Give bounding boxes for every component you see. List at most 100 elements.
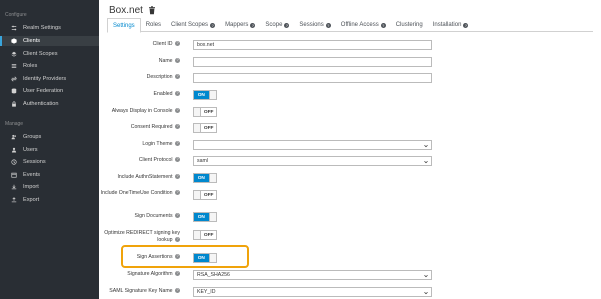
sidebar-item-groups[interactable]: Groups	[0, 132, 99, 142]
consent-required-toggle[interactable]: OFF	[193, 123, 217, 133]
sidebar-section-configure: Configure	[5, 12, 27, 18]
always-display-toggle[interactable]: OFF	[193, 107, 217, 117]
help-icon: ?	[175, 58, 180, 64]
tab-label: Client Scopes	[171, 22, 209, 28]
sidebar-item-label: Identity Providers	[23, 76, 67, 82]
chevron-down-icon	[424, 144, 428, 148]
calendar-icon	[10, 171, 18, 179]
help-icon: ?	[284, 22, 290, 28]
sliders-icon	[10, 24, 18, 32]
tab-label: Clustering	[395, 22, 423, 28]
tab-offline-access[interactable]: Offline Access?	[336, 18, 391, 32]
optimize-redirect-toggle[interactable]: OFF	[193, 230, 217, 240]
list-icon	[10, 62, 18, 70]
help-icon: ?	[175, 174, 180, 180]
toggle-knob	[208, 91, 216, 99]
chevron-down-icon	[424, 291, 428, 295]
field-label: Always Display in Console ?	[111, 108, 180, 114]
select-value: saml	[197, 158, 208, 164]
users-icon	[10, 133, 18, 141]
login-theme-select[interactable]	[193, 140, 432, 150]
toggle-knob	[208, 174, 216, 182]
signature-algorithm-select[interactable]: RSA_SHA256	[193, 270, 432, 280]
field-label: Include AuthnStatement ?	[117, 174, 180, 180]
help-icon: ?	[175, 74, 180, 80]
sidebar-item-label: Users	[23, 147, 38, 153]
sidebar-item-label: Roles	[23, 63, 38, 69]
tab-label: Settings	[113, 22, 135, 29]
sidebar-item-identity-providers[interactable]: Identity Providers	[0, 74, 99, 84]
export-icon	[10, 196, 18, 204]
help-icon: ?	[175, 190, 180, 196]
chevron-down-icon	[424, 160, 428, 164]
tab-mappers[interactable]: Mappers?	[220, 18, 260, 32]
sign-assertions-toggle[interactable]: ON	[193, 253, 217, 263]
help-icon: ?	[175, 124, 180, 130]
tab-label: Mappers	[225, 22, 249, 28]
client-protocol-select[interactable]: saml	[193, 156, 432, 166]
help-icon: ?	[210, 22, 216, 28]
help-icon: ?	[175, 271, 180, 277]
tab-client-scopes[interactable]: Client Scopes?	[166, 18, 220, 32]
tab-label: Installation	[432, 22, 462, 28]
tab-label: Sessions	[299, 22, 324, 28]
field-label: Enabled ?	[153, 91, 180, 97]
sidebar-item-sessions[interactable]: Sessions	[0, 157, 99, 167]
sidebar-item-label: Realm Settings	[23, 25, 61, 31]
title-row: Box.net	[109, 3, 156, 17]
sidebar-item-import[interactable]: Import	[0, 182, 99, 192]
sidebar-item-clients[interactable]: Clients	[0, 36, 99, 46]
toggle-knob	[194, 124, 202, 132]
tab-installation[interactable]: Installation?	[428, 18, 474, 32]
field-label: Optimize REDIRECT signing key lookup ?	[104, 230, 180, 243]
trash-icon[interactable]	[148, 5, 156, 15]
help-icon: ?	[175, 41, 180, 47]
sidebar-item-label: User Federation	[23, 88, 64, 94]
tab-roles[interactable]: Roles	[141, 18, 166, 32]
help-icon: ?	[175, 141, 180, 147]
toggle-knob	[194, 108, 202, 116]
help-icon: ?	[175, 213, 180, 219]
toggle-label: ON	[194, 213, 209, 221]
sidebar-item-authentication[interactable]: Authentication	[0, 99, 99, 109]
sidebar-item-roles[interactable]: Roles	[0, 61, 99, 71]
database-icon	[10, 87, 18, 95]
sidebar: Configure Realm Settings Clients Client …	[0, 0, 99, 299]
saml-sig-key-name-select[interactable]: KEY_ID	[193, 287, 432, 297]
field-label: Sign Documents ?	[134, 213, 180, 219]
sidebar-item-label: Sessions	[23, 159, 46, 165]
import-icon	[10, 183, 18, 191]
sidebar-item-events[interactable]: Events	[0, 170, 99, 180]
tab-settings[interactable]: Settings	[107, 18, 141, 33]
description-field[interactable]	[193, 73, 432, 83]
field-label: Signature Algorithm ?	[127, 271, 180, 277]
include-authn-toggle[interactable]: ON	[193, 173, 217, 183]
field-label: Sign Assertions ?	[136, 254, 180, 260]
sign-documents-toggle[interactable]: ON	[193, 212, 217, 222]
help-icon: ?	[175, 254, 180, 260]
sidebar-item-users[interactable]: Users	[0, 145, 99, 155]
field-label: Include OneTimeUse Condition ?	[100, 190, 180, 196]
sidebar-item-label: Import	[23, 184, 39, 190]
sidebar-item-user-federation[interactable]: User Federation	[0, 86, 99, 96]
toggle-label: ON	[194, 254, 209, 262]
sidebar-item-label: Events	[23, 172, 41, 178]
help-icon: ?	[250, 22, 256, 28]
sidebar-item-export[interactable]: Export	[0, 195, 99, 205]
field-label: Client Protocol ?	[138, 157, 180, 163]
enabled-toggle[interactable]: ON	[193, 90, 217, 100]
include-onetimeuse-toggle[interactable]: OFF	[193, 190, 217, 200]
help-icon: ?	[175, 108, 180, 114]
tab-scope[interactable]: Scope?	[260, 18, 294, 32]
name-field[interactable]	[193, 57, 432, 67]
tab-clustering[interactable]: Clustering	[391, 18, 428, 32]
client-id-field[interactable]: box.net	[193, 40, 432, 50]
toggle-knob	[208, 254, 216, 262]
tab-sessions[interactable]: Sessions?	[294, 18, 335, 32]
sidebar-item-realm-settings[interactable]: Realm Settings	[0, 23, 99, 33]
help-icon: ?	[380, 22, 386, 28]
sidebar-item-client-scopes[interactable]: Client Scopes	[0, 49, 99, 59]
toggle-knob	[194, 191, 202, 199]
toggle-label: OFF	[201, 108, 216, 116]
sidebar-item-label: Client Scopes	[23, 51, 58, 57]
